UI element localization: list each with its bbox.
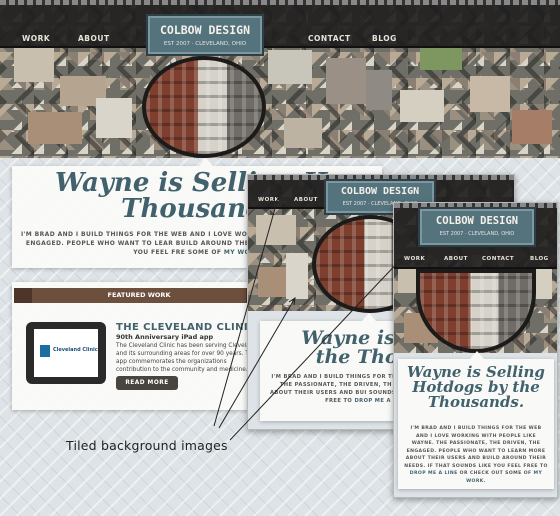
building [284,118,322,148]
ipad-mockup: Cleveland Clinic [26,322,106,384]
ipad-screen: Cleveland Clinic [34,329,98,377]
cleveland-clinic-logo [40,345,50,357]
logo-tagline: EST 2007 · CLEVELAND, OHIO [163,41,247,47]
screen-logo-text: Cleveland Clinic [53,347,98,353]
church [366,70,392,110]
featured-work-ribbon: FEATURED WORK [14,288,264,303]
card-pointer [199,158,213,166]
nav-blog[interactable]: BLOG [372,34,397,43]
building [470,76,510,112]
nav-about[interactable]: ABOUT [294,197,318,203]
building [96,98,132,138]
logo-title: COLBOW DESIGN [159,23,250,37]
read-more-button[interactable]: READ MORE [116,376,178,390]
drop-me-a-line-link[interactable]: DROP ME A LINE [410,471,458,476]
mobile-view-screenshot: WORK ABOUT CONTACT BLOG COLBOW DESIGN ES… [393,202,558,498]
intro-body-continued: OR CHECK OUT SOME OF [459,471,532,476]
nav-contact[interactable]: CONTACT [308,34,351,43]
navbar-trim [0,0,560,5]
project-subtitle: 90th Anniversary iPad app [116,333,214,341]
logo-title: COLBOW DESIGN [435,215,519,227]
building [258,267,286,297]
magnifier-lens [142,56,266,158]
building [512,110,552,144]
building [14,48,54,82]
nav-work[interactable]: WORK [258,197,279,203]
project-title[interactable]: THE CLEVELAND CLINIC [116,322,256,333]
building [256,215,296,245]
nav-contact[interactable]: CONTACT [482,256,514,262]
nav-work[interactable]: WORK [404,256,425,262]
building [28,112,82,144]
nav-about[interactable]: ABOUT [78,34,110,43]
nav-blog[interactable]: BLOG [530,256,549,262]
tower [286,253,308,299]
annotation-label: Tiled background images [66,438,228,453]
building [400,90,444,122]
intro-text: I'M BRAD AND I BUILD THINGS FOR THE WEB … [404,425,548,485]
logo-badge[interactable]: COLBOW DESIGN EST 2007 · CLEVELAND, OHIO [418,207,536,247]
project-description: The Cleveland Clinic has been serving Cl… [116,343,258,373]
intro-body: I'M BRAD AND I BUILD THINGS FOR THE WEB … [404,426,548,469]
nav-work[interactable]: WORK [22,34,50,43]
card-pointer [470,351,484,359]
headline-line-3: Thousands. [427,393,525,411]
drop-me-a-line-link[interactable]: DROP ME A [354,398,390,404]
park [420,48,462,70]
hero-headline: Wayne is Selling Hotdogs by the Thousand… [402,365,550,410]
building [326,58,366,104]
logo-badge[interactable]: COLBOW DESIGN EST 2007 · CLEVELAND, OHIO [146,14,264,56]
logo-title: COLBOW DESIGN [340,186,420,197]
logo-tagline: EST 2007 · CLEVELAND, OHIO [439,231,515,237]
top-navigation-bar: WORK ABOUT CONTACT BLOG [0,0,560,48]
nav-about[interactable]: ABOUT [444,256,468,262]
building [268,50,312,84]
card-pointer [362,313,376,321]
